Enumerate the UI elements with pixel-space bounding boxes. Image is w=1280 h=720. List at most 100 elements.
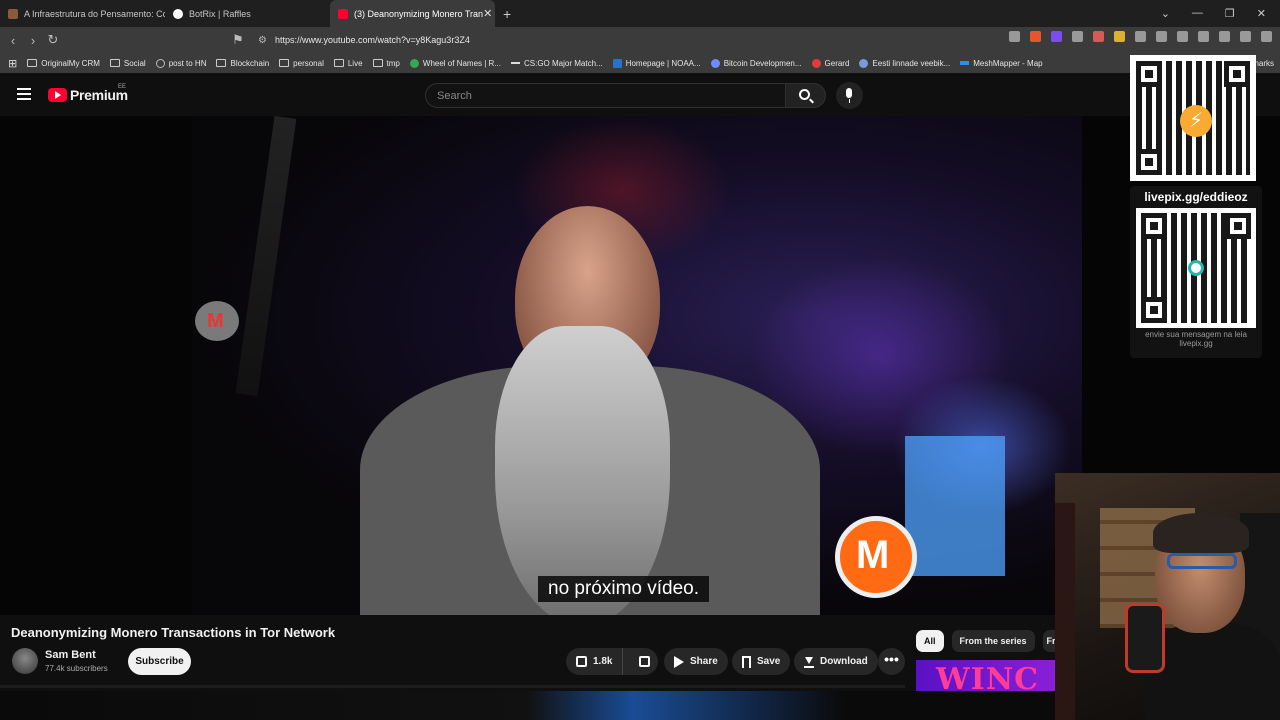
- bookmark-link[interactable]: Homepage | NOAA...: [612, 58, 701, 68]
- all-bookmarks-link[interactable]: marks: [1252, 59, 1280, 68]
- thumbs-up-icon: [576, 656, 587, 667]
- channel-name[interactable]: Sam Bent: [45, 649, 96, 661]
- chip-from-the-series[interactable]: From the series: [951, 630, 1035, 652]
- leo-icon[interactable]: [1219, 31, 1230, 42]
- bookmark-label: Live: [347, 58, 363, 68]
- monero-badge-icon: [195, 301, 239, 341]
- lightning-qr-code: ⚡: [1130, 55, 1256, 181]
- tab-favicon-icon: [8, 8, 18, 19]
- browser-tab-active[interactable]: (3) Deanonymizing Monero Tran ✕: [330, 0, 495, 27]
- apps-grid-icon[interactable]: ⊞: [8, 57, 17, 70]
- bookmark-link[interactable]: MeshMapper - Map: [960, 58, 1043, 68]
- site-info-icon[interactable]: ⚙: [258, 35, 267, 46]
- bookmark-folder[interactable]: Blockchain: [216, 59, 269, 68]
- subscribe-button[interactable]: Subscribe: [128, 648, 191, 675]
- save-button[interactable]: Save: [732, 648, 791, 675]
- subscriber-count: 77.4k subscribers: [45, 664, 108, 673]
- bookmark-folder[interactable]: personal: [279, 59, 324, 68]
- bookmark-link[interactable]: post to HN: [155, 58, 207, 68]
- bookmark-folder[interactable]: tmp: [372, 59, 400, 68]
- qr-finder: [1136, 61, 1162, 87]
- bookmark-label: Eesti linnade veebik...: [872, 58, 951, 68]
- webcam-background-panel: [1055, 503, 1075, 720]
- bookmark-link[interactable]: Gerard: [811, 58, 849, 68]
- vpn-icon[interactable]: [1240, 31, 1251, 42]
- bookmark-folder[interactable]: Social: [109, 59, 146, 68]
- extension-icon[interactable]: [1156, 31, 1167, 42]
- close-window-icon[interactable]: ✕: [1257, 7, 1266, 20]
- bookmark-link[interactable]: Bitcoin Developmen...: [710, 58, 802, 68]
- qr-finder: [1141, 213, 1167, 239]
- window-controls: ⌄ — ❐ ✕: [1161, 7, 1280, 20]
- thumbs-down-icon: [639, 656, 651, 667]
- bookmark-icon: [742, 655, 751, 668]
- youtube-premium-logo[interactable]: Premium EE: [48, 84, 128, 103]
- extension-icon[interactable]: [1093, 31, 1104, 42]
- bookmark-label: MeshMapper - Map: [973, 58, 1043, 68]
- extension-icon[interactable]: [1072, 31, 1083, 42]
- more-actions-button[interactable]: •••: [878, 648, 905, 675]
- forward-icon[interactable]: ›: [23, 33, 43, 48]
- bookmark-folder[interactable]: OriginalMy CRM: [27, 59, 100, 68]
- tab-favicon-icon: [173, 8, 183, 19]
- download-label: Download: [820, 656, 868, 667]
- folder-icon: [109, 59, 120, 67]
- bookmark-label: post to HN: [168, 58, 207, 68]
- extensions-puzzle-icon[interactable]: [1135, 31, 1146, 42]
- tab-list-icon[interactable]: ⌄: [1161, 7, 1170, 20]
- brave-shields-icon[interactable]: [1030, 31, 1041, 42]
- download-button[interactable]: Download: [794, 648, 878, 675]
- minimize-icon[interactable]: —: [1192, 7, 1203, 20]
- bookmark-link[interactable]: CS:GO Major Match...: [511, 59, 603, 68]
- voice-search-icon[interactable]: [836, 82, 863, 109]
- wallet-icon[interactable]: [1198, 31, 1209, 42]
- url-text: https://www.youtube.com/watch?v=y8Kagu3r…: [274, 35, 470, 45]
- search-button[interactable]: [785, 83, 826, 108]
- webcam-microphone: [1125, 603, 1165, 673]
- folder-icon: [279, 59, 290, 67]
- menu-icon[interactable]: [1261, 31, 1272, 42]
- new-tab-button[interactable]: +: [495, 6, 519, 22]
- livepix-overlay: livepix.gg/eddieoz envie sua mensagem na…: [1130, 186, 1262, 358]
- channel-avatar[interactable]: [12, 648, 38, 674]
- url-field[interactable]: ⚙ https://www.youtube.com/watch?v=y8Kagu…: [252, 30, 972, 50]
- folder-icon: [216, 59, 227, 67]
- share-button[interactable]: Share: [664, 648, 728, 675]
- webcam-hair: [1153, 513, 1249, 553]
- browser-tab-bar: A Infraestrutura do Pensamento: Co BotRi…: [0, 0, 1280, 27]
- bookmark-label: CS:GO Major Match...: [524, 58, 603, 68]
- qr-finder: [1141, 297, 1167, 323]
- close-tab-icon[interactable]: ✕: [483, 7, 492, 20]
- cast-icon[interactable]: [1009, 31, 1020, 42]
- dislike-button[interactable]: [629, 648, 660, 675]
- qr-finder: [1225, 213, 1251, 239]
- restore-icon[interactable]: ❐: [1225, 7, 1235, 20]
- back-icon[interactable]: ‹: [3, 33, 23, 48]
- bookmarks-bar: ⊞ OriginalMy CRM Social post to HN Block…: [0, 53, 1280, 73]
- recommended-video-thumbnail[interactable]: WINC: [916, 660, 1056, 695]
- livepix-label: livepix.gg/eddieoz: [1144, 190, 1248, 204]
- chip-all[interactable]: All: [916, 630, 944, 652]
- like-button[interactable]: 1.8k: [566, 648, 624, 675]
- youtube-masthead: Premium EE Search: [0, 73, 1280, 116]
- search-input[interactable]: Search: [425, 83, 787, 108]
- browser-tab[interactable]: BotRix | Raffles: [165, 0, 330, 27]
- folder-icon: [27, 59, 38, 67]
- livepix-logo-icon: [1188, 260, 1204, 276]
- bookmark-folder[interactable]: Live: [333, 58, 363, 68]
- wheel-icon: [409, 58, 419, 68]
- brave-rewards-icon[interactable]: [1051, 31, 1062, 42]
- livepix-hint: envie sua mensagem na leia livepix.gg: [1145, 330, 1247, 348]
- tab-title: A Infraestrutura do Pensamento: Co: [24, 8, 165, 19]
- reload-icon[interactable]: ↻: [43, 32, 63, 48]
- hamburger-menu-icon[interactable]: [17, 88, 31, 100]
- download-icon: [804, 656, 814, 668]
- share-icon: [674, 655, 684, 668]
- bookmark-page-icon[interactable]: ⚑: [228, 32, 248, 48]
- bookmark-link[interactable]: Eesti linnade veebik...: [859, 58, 951, 68]
- browser-tab[interactable]: A Infraestrutura do Pensamento: Co: [0, 0, 165, 27]
- livepix-qr-code: [1136, 208, 1256, 328]
- extension-icon[interactable]: [1114, 31, 1125, 42]
- sidebar-icon[interactable]: [1177, 31, 1188, 42]
- bookmark-link[interactable]: Wheel of Names | R...: [409, 58, 501, 68]
